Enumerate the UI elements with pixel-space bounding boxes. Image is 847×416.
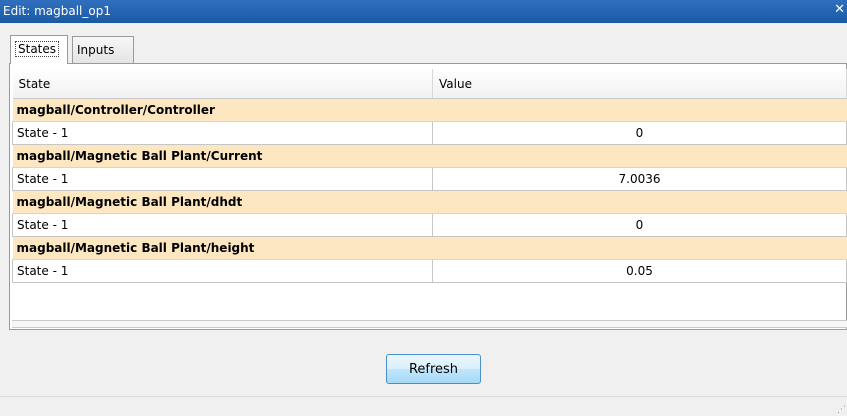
states-panel: State Value magball/Controller/Controlle… bbox=[9, 63, 847, 330]
refresh-button[interactable]: Refresh bbox=[386, 354, 481, 384]
group-name: magball/Controller/Controller bbox=[12, 98, 847, 122]
tab-inputs[interactable]: Inputs bbox=[72, 36, 134, 64]
group-name: magball/Magnetic Ball Plant/dhdt bbox=[12, 190, 847, 214]
table-header-row: State Value bbox=[12, 69, 847, 99]
horizontal-scrollbar[interactable] bbox=[12, 320, 847, 328]
window-title: Edit: magball_op1 bbox=[3, 4, 111, 18]
resize-grip-icon[interactable]: ⋰ bbox=[837, 405, 846, 415]
state-cell: State - 1 bbox=[12, 213, 433, 237]
value-cell[interactable]: 0 bbox=[432, 213, 847, 237]
state-cell: State - 1 bbox=[12, 167, 433, 191]
group-row: magball/Magnetic Ball Plant/height bbox=[12, 236, 847, 260]
group-name: magball/Magnetic Ball Plant/Current bbox=[12, 144, 847, 168]
group-row: magball/Magnetic Ball Plant/dhdt bbox=[12, 190, 847, 214]
state-cell: State - 1 bbox=[12, 259, 433, 283]
table-row[interactable]: State - 1 7.0036 bbox=[12, 167, 847, 191]
tab-states[interactable]: States bbox=[10, 35, 68, 64]
column-header-value[interactable]: Value bbox=[432, 69, 847, 99]
group-row: magball/Controller/Controller bbox=[12, 98, 847, 122]
tab-states-label: States bbox=[15, 41, 60, 57]
state-cell: State - 1 bbox=[12, 121, 433, 145]
value-cell[interactable]: 0.05 bbox=[432, 259, 847, 283]
value-cell[interactable]: 7.0036 bbox=[432, 167, 847, 191]
value-cell[interactable]: 0 bbox=[432, 121, 847, 145]
table-row[interactable]: State - 1 0.05 bbox=[12, 259, 847, 283]
table-row[interactable]: State - 1 0 bbox=[12, 121, 847, 145]
group-row: magball/Magnetic Ball Plant/Current bbox=[12, 144, 847, 168]
table-row[interactable]: State - 1 0 bbox=[12, 213, 847, 237]
tab-inputs-label: Inputs bbox=[77, 43, 115, 57]
states-table: State Value magball/Controller/Controlle… bbox=[12, 69, 847, 283]
close-icon[interactable]: ✕ bbox=[834, 2, 845, 17]
title-bar: Edit: magball_op1 ✕ bbox=[0, 0, 847, 23]
group-name: magball/Magnetic Ball Plant/height bbox=[12, 236, 847, 260]
status-bar: ⋰ bbox=[0, 396, 847, 416]
column-header-state[interactable]: State bbox=[12, 69, 433, 99]
